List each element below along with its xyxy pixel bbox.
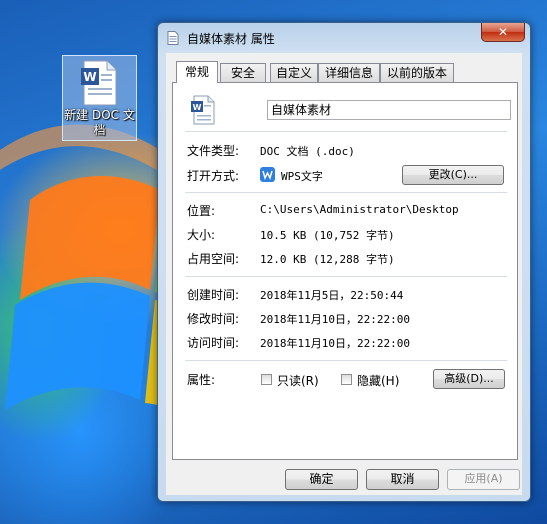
accessed-label: 访问时间: bbox=[187, 336, 240, 350]
dialog-client: 常规 安全 自定义 详细信息 以前的版本 W 自媒体素材 文件类型: DOC 文… bbox=[166, 53, 522, 495]
accessed-value: 2018年11月10日，22:22:00 bbox=[260, 337, 410, 350]
general-panel: W 自媒体素材 文件类型: DOC 文档 (.doc) 打开方式: WPS文字 … bbox=[172, 82, 518, 460]
open-with-value: WPS文字 bbox=[281, 170, 323, 183]
cancel-button[interactable]: 取消 bbox=[366, 469, 439, 490]
desktop-icon-new-doc[interactable]: W 新建 DOC 文档 bbox=[62, 55, 137, 141]
tab-security[interactable]: 安全 bbox=[220, 63, 266, 82]
created-value: 2018年11月5日，22:50:44 bbox=[260, 289, 404, 302]
file-type-value: DOC 文档 (.doc) bbox=[260, 145, 355, 158]
size-label: 大小: bbox=[187, 228, 216, 242]
file-name-input[interactable]: 自媒体素材 bbox=[267, 100, 511, 120]
close-button[interactable]: ✕ bbox=[481, 23, 525, 42]
separator bbox=[185, 276, 507, 277]
document-icon bbox=[167, 31, 179, 45]
change-button[interactable]: 更改(C)... bbox=[402, 165, 504, 185]
modified-label: 修改时间: bbox=[187, 312, 240, 326]
window-title: 自媒体素材 属性 bbox=[187, 32, 275, 46]
apply-button[interactable]: 应用(A) bbox=[447, 469, 520, 490]
title-bar[interactable]: 自媒体素材 属性 ✕ bbox=[158, 23, 530, 51]
separator bbox=[185, 360, 507, 361]
word-document-icon: W bbox=[81, 60, 117, 106]
tab-custom[interactable]: 自定义 bbox=[270, 63, 318, 82]
advanced-button[interactable]: 高级(D)... bbox=[433, 369, 505, 389]
ok-button[interactable]: 确定 bbox=[285, 469, 358, 490]
disk-size-label: 占用空间: bbox=[187, 252, 240, 266]
svg-text:W: W bbox=[83, 70, 96, 84]
hidden-checkbox[interactable] bbox=[341, 374, 352, 385]
properties-window: 自媒体素材 属性 ✕ 常规 安全 自定义 详细信息 以前的版本 W 自媒体素材 … bbox=[157, 22, 531, 502]
separator bbox=[185, 131, 507, 132]
svg-text:W: W bbox=[193, 103, 202, 112]
created-label: 创建时间: bbox=[187, 288, 240, 302]
file-type-icon: W bbox=[191, 95, 215, 125]
readonly-label[interactable]: 只读(R) bbox=[277, 372, 319, 389]
open-with-label: 打开方式: bbox=[187, 169, 240, 183]
separator bbox=[185, 192, 507, 193]
tab-details[interactable]: 详细信息 bbox=[318, 63, 380, 82]
hidden-label[interactable]: 隐藏(H) bbox=[357, 372, 399, 389]
modified-value: 2018年11月10日，22:22:00 bbox=[260, 313, 410, 326]
location-value: C:\Users\Administrator\Desktop bbox=[260, 203, 459, 216]
tab-general[interactable]: 常规 bbox=[176, 61, 218, 83]
tab-previous-versions[interactable]: 以前的版本 bbox=[380, 63, 454, 82]
disk-size-value: 12.0 KB (12,288 字节) bbox=[260, 253, 395, 266]
location-label: 位置: bbox=[187, 204, 216, 218]
size-value: 10.5 KB (10,752 字节) bbox=[260, 229, 395, 242]
readonly-checkbox[interactable] bbox=[261, 374, 272, 385]
file-type-label: 文件类型: bbox=[187, 144, 240, 158]
desktop-icon-label: 新建 DOC 文档 bbox=[64, 108, 135, 137]
attributes-label: 属性: bbox=[187, 373, 216, 387]
wps-writer-icon bbox=[260, 167, 275, 182]
